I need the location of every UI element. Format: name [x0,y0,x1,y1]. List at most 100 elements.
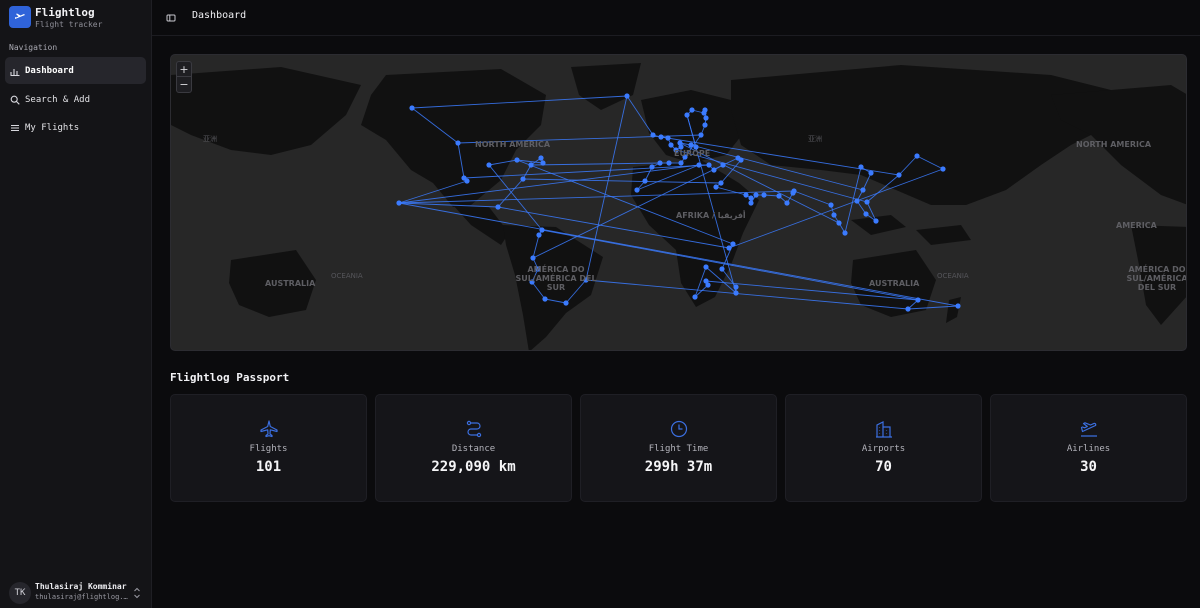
airport-marker[interactable] [514,157,520,163]
flight-map[interactable]: NORTH AMERICA NORTH AMERICA AMERICA AMÉR… [170,54,1187,351]
airport-marker[interactable] [668,142,674,148]
airport-marker[interactable] [914,153,920,159]
airport-marker[interactable] [868,170,874,176]
airport-marker[interactable] [711,167,717,173]
airport-marker[interactable] [791,188,797,194]
airport-marker[interactable] [726,245,732,251]
stat-card-distance: Distance 229,090 km [375,394,572,502]
airport-marker[interactable] [828,202,834,208]
sidebar-item-dashboard[interactable]: Dashboard [5,57,146,84]
airport-marker[interactable] [684,112,690,118]
airport-marker[interactable] [540,160,546,166]
search-icon [10,95,20,105]
airport-marker[interactable] [748,200,754,206]
departure-icon [1079,419,1099,439]
airport-marker[interactable] [905,306,911,312]
airport-marker[interactable] [753,192,759,198]
airport-marker[interactable] [486,162,492,168]
sidebar-item-my-flights[interactable]: My Flights [5,114,146,141]
airport-marker[interactable] [530,255,536,261]
airport-marker[interactable] [761,192,767,198]
airport-marker[interactable] [542,296,548,302]
airport-marker[interactable] [538,155,544,161]
stat-label: Flight Time [648,444,709,454]
airport-marker[interactable] [703,264,709,270]
map-label-south-america-right: AMÉRICA DO SUL/AMÉRICA DEL SUR [1126,265,1187,292]
airport-marker[interactable] [748,195,754,201]
zoom-control: + − [176,61,192,93]
zoom-in-button[interactable]: + [177,62,191,77]
airport-marker[interactable] [738,157,744,163]
airport-marker[interactable] [520,176,526,182]
airport-marker[interactable] [409,105,415,111]
airport-marker[interactable] [495,204,501,210]
airport-marker[interactable] [696,162,702,168]
airport-marker[interactable] [864,199,870,205]
airport-marker[interactable] [539,227,545,233]
user-email: thulasiraj@flightlog.app [35,593,129,601]
airport-marker[interactable] [733,290,739,296]
airport-marker[interactable] [698,132,704,138]
airport-marker[interactable] [689,107,695,113]
airport-marker[interactable] [396,200,402,206]
airport-marker[interactable] [784,200,790,206]
airport-marker[interactable] [658,134,664,140]
airport-marker[interactable] [713,184,719,190]
airport-marker[interactable] [854,198,860,204]
airport-marker[interactable] [642,178,648,184]
airport-marker[interactable] [940,166,946,172]
airport-marker[interactable] [706,162,712,168]
map-label-oceania: OCEANIA [331,272,363,280]
airport-marker[interactable] [649,164,655,170]
airport-marker[interactable] [873,218,879,224]
airport-marker[interactable] [718,180,724,186]
airport-marker[interactable] [536,232,542,238]
airport-marker[interactable] [666,160,672,166]
airport-marker[interactable] [678,160,684,166]
airport-marker[interactable] [464,178,470,184]
airport-marker[interactable] [665,135,671,141]
airport-marker[interactable] [831,212,837,218]
stat-value: 299h 37m [644,459,713,475]
airport-marker[interactable] [563,300,569,306]
stat-value: 70 [875,459,892,475]
airport-marker[interactable] [634,187,640,193]
airport-marker[interactable] [702,122,708,128]
airport-marker[interactable] [692,294,698,300]
airport-marker[interactable] [624,93,630,99]
sidebar-item-label: Dashboard [25,65,74,76]
airport-marker[interactable] [688,142,694,148]
zoom-out-button[interactable]: − [177,77,191,92]
airport-marker[interactable] [730,241,736,247]
airport-marker[interactable] [702,107,708,113]
airport-marker[interactable] [720,162,726,168]
airport-marker[interactable] [733,284,739,290]
clock-icon [669,419,689,439]
airport-marker[interactable] [455,140,461,146]
airport-marker[interactable] [863,211,869,217]
airport-marker[interactable] [677,140,683,146]
airport-marker[interactable] [776,193,782,199]
airport-marker[interactable] [842,230,848,236]
user-menu[interactable]: TK Thulasiraj Komminar thulasiraj@flight… [9,582,144,604]
airport-marker[interactable] [703,278,709,284]
top-header: Dashboard [152,0,1200,36]
airport-marker[interactable] [858,164,864,170]
map-label-africa: AFRIKA / أفريقيا [676,211,746,220]
airport-marker[interactable] [657,160,663,166]
sidebar-item-label: Search & Add [25,94,91,105]
airport-marker[interactable] [836,220,842,226]
airport-marker[interactable] [703,115,709,121]
stat-value: 101 [255,459,282,475]
airport-marker[interactable] [650,132,656,138]
sidebar-item-search[interactable]: Search & Add [5,86,146,113]
brand[interactable]: Flightlog Flight tracker [9,6,149,32]
airport-marker[interactable] [719,266,725,272]
airport-marker[interactable] [896,172,902,178]
airport-marker[interactable] [955,303,961,309]
airport-marker[interactable] [743,192,749,198]
airport-marker[interactable] [860,187,866,193]
airport-marker[interactable] [528,162,534,168]
airport-marker[interactable] [915,297,921,303]
sidebar-toggle-icon[interactable] [165,12,177,24]
